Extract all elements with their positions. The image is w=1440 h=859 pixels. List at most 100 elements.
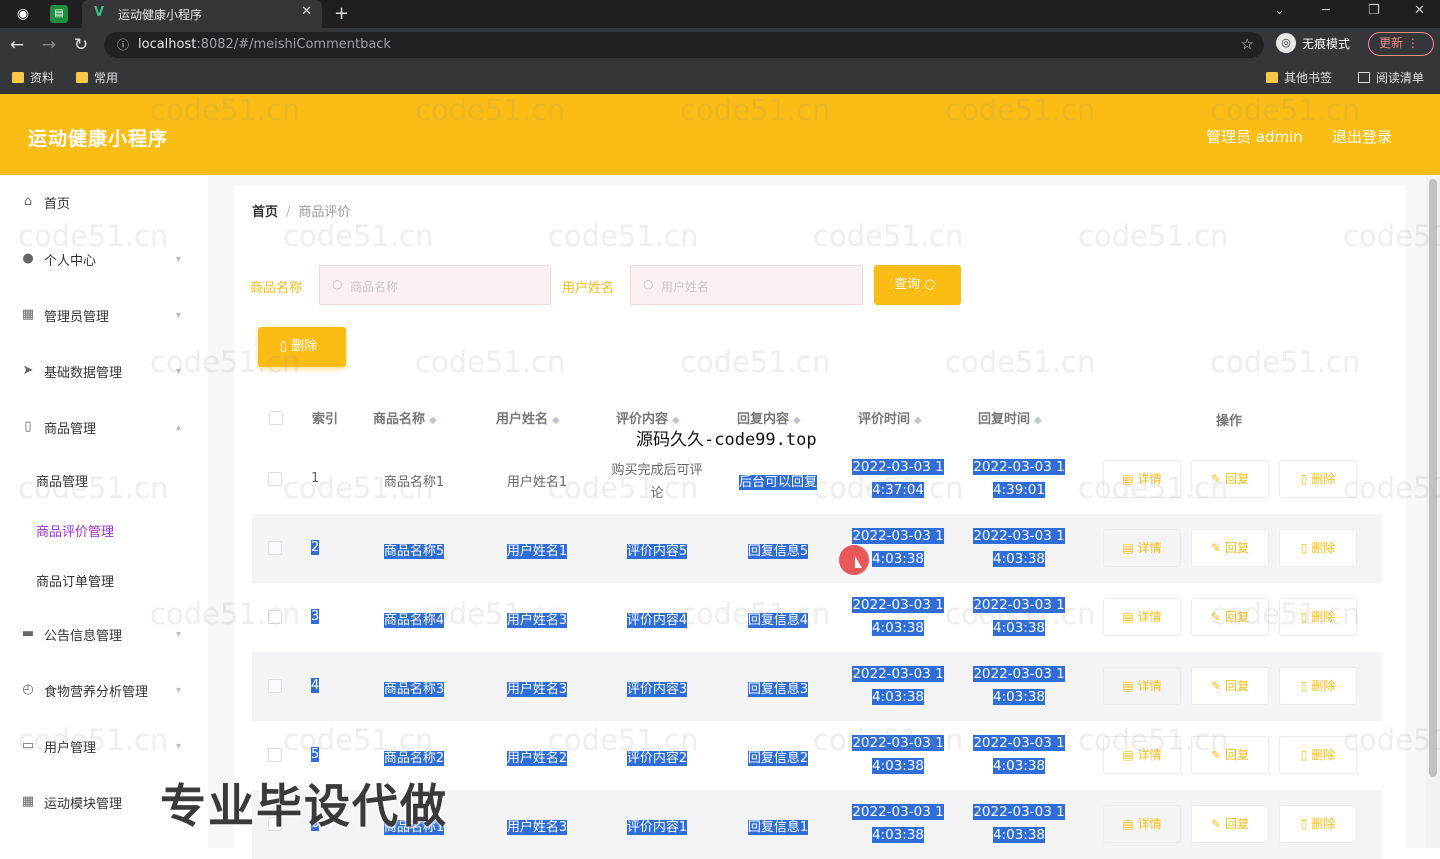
folder-icon (12, 72, 24, 83)
row-checkbox[interactable] (268, 472, 282, 486)
select-all-checkbox[interactable] (269, 411, 283, 425)
column-header-user[interactable]: 用户姓名 ◆ (496, 408, 560, 427)
user-name-input[interactable]: ○ 用户姓名 (630, 265, 863, 305)
row-reply-time-cont: 4:03:38 (992, 620, 1046, 636)
chevron-down-icon: ▾ (176, 309, 182, 321)
reply-label: 回复 (1224, 472, 1249, 486)
edit-icon: ✎ (1211, 817, 1222, 831)
reply-button[interactable]: ✎ 回复 (1191, 529, 1269, 567)
minimize-icon[interactable]: ─ (1322, 0, 1330, 22)
close-tab-icon[interactable]: ✕ (301, 4, 312, 19)
detail-button[interactable]: ▤ 详情 (1103, 529, 1181, 567)
row-reply-content: 回复信息4 (747, 613, 809, 628)
bookmark-star-icon[interactable]: ☆ (1241, 35, 1254, 53)
sidebar-item-home[interactable]: ⌂ 首页 (0, 187, 208, 217)
sidebar-item-admins[interactable]: ▦ 管理员管理 ▾ (0, 300, 208, 330)
detail-label: 详情 (1137, 472, 1162, 486)
reply-button[interactable]: ✎ 回复 (1191, 736, 1269, 774)
row-comment-time-cont: 4:37:04 (871, 482, 925, 498)
sidebar-item-goods[interactable]: ▯ 商品管理 ▴ (0, 412, 208, 442)
row-comment-content: 评价内容2 (626, 751, 688, 766)
detail-label: 详情 (1137, 610, 1162, 624)
page-scrollbar[interactable] (1426, 175, 1440, 848)
bookmark-folder[interactable]: 资料 (12, 69, 54, 86)
sidebar-item-base-data[interactable]: ➤ 基础数据管理 ▾ (0, 356, 208, 386)
reload-icon[interactable]: ↻ (70, 34, 92, 56)
back-icon[interactable]: ← (6, 34, 28, 56)
new-tab-icon[interactable]: + (334, 0, 349, 28)
update-button[interactable]: 更新 ⋮ (1368, 32, 1434, 56)
delete-button[interactable]: ▯ 删除 (1279, 529, 1357, 567)
current-user: 管理员 admin (1206, 128, 1303, 146)
reply-button[interactable]: ✎ 回复 (1191, 598, 1269, 636)
row-checkbox[interactable] (268, 610, 282, 624)
detail-button[interactable]: ▤ 详情 (1103, 667, 1181, 705)
column-header-reply-time[interactable]: 回复时间 ◆ (978, 408, 1042, 427)
browser-tab-bar: ◉ ▤ V 运动健康小程序 ✕ + ⌄ ─ ❐ ✕ (0, 0, 1440, 28)
reply-label: 回复 (1224, 541, 1249, 555)
overlay-promo-text: 专业毕设代做 (160, 779, 448, 833)
bookmark-folder[interactable]: 常用 (76, 69, 118, 86)
reply-button[interactable]: ✎ 回复 (1191, 805, 1269, 843)
incognito-indicator[interactable]: ◎ 无痕模式 (1276, 33, 1350, 53)
overlay-source-text: 源码久久-code99.top (636, 430, 817, 450)
sort-icon[interactable]: ◆ (914, 415, 922, 426)
detail-button[interactable]: ▤ 详情 (1103, 736, 1181, 774)
delete-button[interactable]: ▯ 删除 (1279, 736, 1357, 774)
detail-button[interactable]: ▤ 详情 (1103, 598, 1181, 636)
close-window-icon[interactable]: ✕ (1414, 0, 1425, 22)
delete-button[interactable]: ▯ 删除 (1279, 598, 1357, 636)
forward-icon[interactable]: → (38, 34, 60, 56)
reply-button[interactable]: ✎ 回复 (1191, 460, 1269, 498)
sidebar-item-nutrition[interactable]: ◴ 食物营养分析管理 ▾ (0, 675, 208, 705)
detail-button[interactable]: ▤ 详情 (1103, 805, 1181, 843)
folder-icon (76, 72, 88, 83)
chrome-icon[interactable]: ◉ (12, 3, 34, 25)
sidebar-subitem-goods-orders[interactable]: 商品订单管理 (0, 565, 208, 595)
delete-button[interactable]: ▯ 删除 (1279, 805, 1357, 843)
breadcrumb-home[interactable]: 首页 (252, 205, 278, 220)
sort-icon[interactable]: ◆ (552, 415, 560, 426)
trash-icon: ▯ (1300, 610, 1308, 624)
logout-link[interactable]: 退出登录 (1332, 126, 1392, 147)
scrollbar-thumb[interactable] (1429, 179, 1437, 777)
reply-button[interactable]: ✎ 回复 (1191, 667, 1269, 705)
goods-name-input[interactable]: ○ 商品名称 (319, 265, 551, 305)
url-input[interactable]: ⓘ localhost:8082/#/meishiCommentback ☆ (104, 32, 1264, 58)
sidebar-item-profile[interactable]: ● 个人中心 ▾ (0, 244, 208, 274)
row-checkbox[interactable] (268, 748, 282, 762)
row-comment-time: 2022-03-03 1 (852, 459, 944, 475)
delete-button[interactable]: ▯ 删除 (1279, 460, 1357, 498)
header-text: 评价时间 (858, 412, 911, 427)
sort-icon[interactable]: ◆ (1034, 415, 1042, 426)
column-header-comment-time[interactable]: 评价时间 ◆ (858, 408, 922, 427)
reading-list[interactable]: 阅读清单 (1358, 69, 1424, 86)
row-checkbox[interactable] (268, 679, 282, 693)
bookmark-folder[interactable]: 其他书签 (1266, 69, 1332, 86)
delete-button[interactable]: ▯ 删除 (1279, 667, 1357, 705)
tab-title: 运动健康小程序 (118, 8, 203, 22)
tab-search-icon[interactable]: ⌄ (1274, 0, 1285, 22)
sidebar-item-label: 食物营养分析管理 (44, 684, 149, 700)
restore-icon[interactable]: ❐ (1368, 0, 1380, 22)
header-text: 回复时间 (978, 412, 1031, 427)
sidebar-item-users[interactable]: ▭ 用户管理 ▾ (0, 731, 208, 761)
column-header-goods[interactable]: 商品名称 ◆ (373, 408, 437, 427)
sheets-icon[interactable]: ▤ (50, 5, 68, 23)
sidebar-subitem-goods[interactable]: 商品管理 (0, 465, 208, 495)
batch-delete-button[interactable]: ▯ 删除 (258, 327, 346, 367)
sidebar-item-notices[interactable]: ▬ 公告信息管理 ▾ (0, 619, 208, 649)
row-reply-content: 后台可以回复 (738, 475, 817, 490)
row-checkbox[interactable] (268, 541, 282, 555)
sidebar-subitem-label: 商品管理 (36, 474, 89, 490)
query-button[interactable]: 查询 ○ (874, 265, 961, 305)
info-icon[interactable]: ⓘ (114, 36, 132, 54)
update-label: 更新 (1379, 36, 1404, 50)
detail-button[interactable]: ▤ 详情 (1103, 460, 1181, 498)
row-comment-time: 2022-03-03 1 (852, 735, 944, 751)
click-indicator (839, 545, 869, 575)
sort-icon[interactable]: ◆ (429, 415, 437, 426)
sidebar-subitem-goods-comments[interactable]: 商品评价管理 (0, 515, 208, 545)
active-tab[interactable]: V 运动健康小程序 ✕ (82, 0, 322, 28)
mouse-cursor-icon (855, 556, 862, 568)
